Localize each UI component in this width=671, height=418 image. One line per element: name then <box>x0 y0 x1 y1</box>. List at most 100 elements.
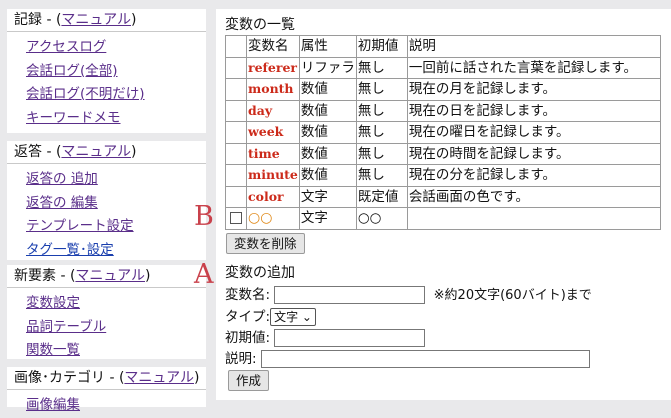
header-select <box>225 35 247 58</box>
variable-initial: 無し <box>355 142 408 165</box>
variable-initial: 無し <box>355 121 408 144</box>
manual-link[interactable]: マニュアル <box>75 268 145 284</box>
section-header: 返答 - (マニュアル) <box>7 141 206 164</box>
table-row: day 数値 無し 現在の日を記録します。 <box>225 99 661 122</box>
row-select <box>225 78 247 101</box>
header-initial: 初期値 <box>355 35 408 58</box>
sidebar-item-add-response[interactable]: 返答の 追加 <box>26 168 206 192</box>
table-header-row: 変数名 属性 初期値 説明 <box>225 35 661 58</box>
variable-table: 変数名 属性 初期値 説明 referer リファラ 無し 一回前に話された言葉… <box>225 35 661 230</box>
table-row: ○○ 文字 ○○ <box>225 207 661 230</box>
variable-initial: 無し <box>355 99 408 122</box>
variable-name[interactable]: color <box>246 185 300 208</box>
type-select-value: 文字 <box>274 310 299 324</box>
variable-type: 数値 <box>298 121 357 144</box>
variable-list-title: 変数の一覧 <box>225 17 295 33</box>
responses-section: 返答 - (マニュアル) 返答の 追加 返答の 編集 テンプレート設定 タグ一覧… <box>7 141 206 260</box>
variable-type: 文字 <box>298 207 357 230</box>
row-checkbox[interactable] <box>230 212 242 225</box>
variable-description <box>406 207 661 230</box>
row-select <box>225 56 247 79</box>
row-select <box>225 142 247 165</box>
sidebar-item-edit-response[interactable]: 返答の 編集 <box>26 192 206 216</box>
sidebar-item-variable-settings[interactable]: 変数設定 <box>26 292 206 316</box>
description-input[interactable] <box>260 350 590 368</box>
variable-description: 現在の曜日を記録します。 <box>406 121 661 144</box>
variable-list-panel: 変数の一覧 変数名 属性 初期値 説明 referer リファラ 無し 一回前に… <box>216 9 671 259</box>
section-title-close: ) <box>131 144 137 160</box>
row-select <box>225 121 247 144</box>
variable-name-input[interactable] <box>274 286 426 304</box>
variable-name[interactable]: ○○ <box>246 207 300 230</box>
name-hint: ※約20文字(60バイト)まで <box>433 288 592 303</box>
annotation-b: B <box>194 201 214 232</box>
section-header: 画像･カテゴリ - (マニュアル) <box>7 367 206 390</box>
sidebar-item-access-log[interactable]: アクセスログ <box>26 36 206 60</box>
variable-type: リファラ <box>298 56 357 79</box>
delete-variable-button[interactable]: 変数を削除 <box>226 233 305 254</box>
sidebar-item-chat-log-all[interactable]: 会話ログ(全部) <box>26 60 206 84</box>
type-select[interactable]: 文字 ⌄ <box>270 308 316 326</box>
header-description: 説明 <box>406 35 661 58</box>
section-title-close: ) <box>145 268 151 284</box>
description-row: 説明: <box>225 347 590 368</box>
create-button[interactable]: 作成 <box>228 370 270 391</box>
manual-link[interactable]: マニュアル <box>61 12 131 28</box>
variable-name[interactable]: day <box>246 99 300 122</box>
variable-name[interactable]: minute <box>246 164 300 187</box>
variable-type: 数値 <box>298 99 357 122</box>
variable-description: 現在の日を記録します。 <box>406 99 661 122</box>
images-section: 画像･カテゴリ - (マニュアル) 画像編集 <box>7 367 206 413</box>
variable-initial: 既定値 <box>355 185 408 208</box>
sidebar-item-keyword-memo[interactable]: キーワードメモ <box>26 107 206 131</box>
variable-initial: 無し <box>355 56 408 79</box>
records-section: 記録 - (マニュアル) アクセスログ 会話ログ(全部) 会話ログ(不明だけ) … <box>7 9 206 133</box>
table-row: week 数値 無し 現在の曜日を記録します。 <box>225 121 661 144</box>
annotation-a: A <box>194 259 214 290</box>
section-header: 記録 - (マニュアル) <box>7 9 206 32</box>
name-row: 変数名: ※約20文字(60バイト)まで <box>225 283 592 304</box>
table-row: time 数値 無し 現在の時間を記録します。 <box>225 142 661 165</box>
section-header: 新要素 - (マニュアル) <box>7 265 206 288</box>
variable-description: 現在の分を記録します。 <box>406 164 661 187</box>
section-title: 画像･カテゴリ - ( <box>14 370 125 386</box>
sidebar-item-pos-table[interactable]: 品詞テーブル <box>26 316 206 340</box>
variable-name[interactable]: month <box>246 78 300 101</box>
variable-type: 数値 <box>298 164 357 187</box>
sidebar-item-tag-list[interactable]: タグ一覧･設定 <box>26 239 206 263</box>
initial-value-input[interactable] <box>274 329 426 347</box>
add-variable-panel: 変数の追加 変数名: ※約20文字(60バイト)まで タイプ: 文字 ⌄ 初期値:… <box>216 257 671 400</box>
variable-description: 現在の時間を記録します。 <box>406 142 661 165</box>
manual-link[interactable]: マニュアル <box>61 144 131 160</box>
variable-description: 現在の月を記録します。 <box>406 78 661 101</box>
section-title: 新要素 - ( <box>14 268 76 284</box>
initial-label: 初期値: <box>225 330 271 346</box>
type-row: タイプ: 文字 ⌄ <box>225 305 316 326</box>
manual-link[interactable]: マニュアル <box>124 370 194 386</box>
table-row: referer リファラ 無し 一回前に話された言葉を記録します。 <box>225 56 661 79</box>
variable-name[interactable]: time <box>246 142 300 165</box>
section-title-close: ) <box>194 370 200 386</box>
name-label: 変数名: <box>225 287 271 303</box>
variable-name[interactable]: week <box>246 121 300 144</box>
initial-row: 初期値: <box>225 326 426 347</box>
sidebar-item-chat-log-unknown[interactable]: 会話ログ(不明だけ) <box>26 83 206 107</box>
sidebar-item-template-settings[interactable]: テンプレート設定 <box>26 215 206 239</box>
variable-initial: 無し <box>355 164 408 187</box>
variable-initial: ○○ <box>355 207 408 230</box>
section-title: 返答 - ( <box>14 144 62 160</box>
row-select <box>225 99 247 122</box>
add-variable-title: 変数の追加 <box>225 265 295 281</box>
row-select <box>225 207 247 230</box>
section-title: 記録 - ( <box>14 12 62 28</box>
section-title-close: ) <box>131 12 137 28</box>
sidebar-item-image-edit[interactable]: 画像編集 <box>26 394 206 418</box>
header-type: 属性 <box>298 35 357 58</box>
sidebar-item-function-list[interactable]: 関数一覧 <box>26 339 206 363</box>
type-label: タイプ: <box>225 309 271 325</box>
variable-initial: 無し <box>355 78 408 101</box>
variable-description: 会話画面の色です。 <box>406 185 661 208</box>
row-select <box>225 185 247 208</box>
description-label: 説明: <box>225 351 257 367</box>
variable-name[interactable]: referer <box>246 56 300 79</box>
